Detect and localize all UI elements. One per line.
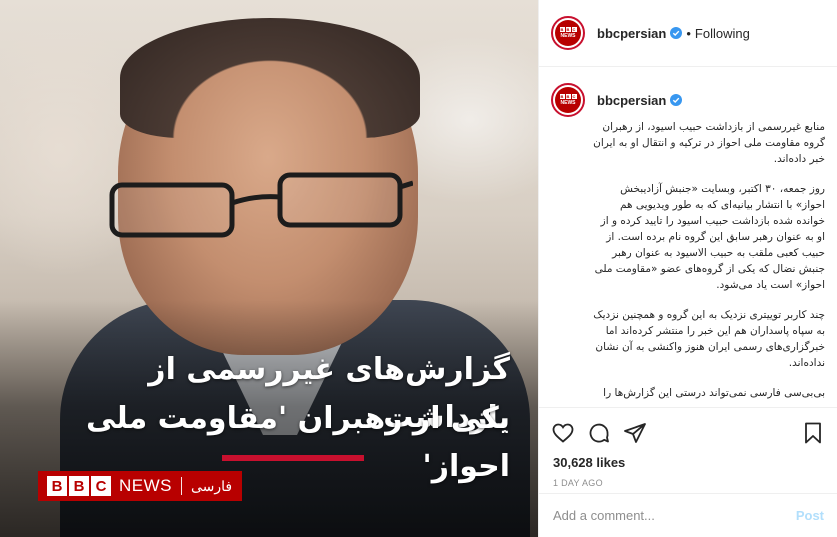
caption-paragraph: منابع غیررسمی از بازداشت حبیب اسیود، از … (593, 121, 825, 165)
bbc-logo: B B C (47, 476, 111, 496)
image-glasses (109, 172, 413, 238)
caption-username-link[interactable]: bbcpersian (597, 93, 666, 108)
image-hair (120, 18, 420, 138)
verified-badge-icon (670, 27, 683, 39)
bbc-letter: C (91, 476, 111, 496)
likes-count[interactable]: 30,628 likes (539, 451, 837, 470)
caption-avatar[interactable]: BBC NEWS (551, 83, 585, 117)
caption-scroll-area[interactable]: BBC NEWS bbcpersian منابع غیررسمی از باز… (539, 67, 837, 407)
post-timestamp[interactable]: 1 DAY AGO (539, 470, 837, 488)
action-bar (539, 407, 837, 451)
post-comment-button[interactable]: Post (796, 508, 824, 523)
share-icon[interactable] (623, 421, 647, 445)
bbc-news-logo-icon: BBC NEWS (555, 20, 581, 46)
heart-icon[interactable] (551, 421, 575, 445)
post-side-panel: BBC NEWS bbcpersian • Following BBC NEWS (538, 0, 837, 537)
bbc-news-persian-badge: B B C NEWS فارسی (38, 471, 243, 501)
comment-input[interactable] (553, 508, 796, 523)
headline-red-bar (222, 455, 364, 461)
bbc-letter: B (47, 476, 67, 496)
avatar[interactable]: BBC NEWS (551, 16, 585, 50)
username-link[interactable]: bbcpersian (597, 26, 666, 41)
badge-separator (181, 477, 182, 495)
header-separator: • (686, 25, 691, 41)
bookmark-icon[interactable] (801, 421, 825, 445)
post-image[interactable]: گزارش‌های غیررسمی از بازداشت یکی از رهبر… (0, 0, 538, 537)
badge-language-label: فارسی (191, 477, 233, 494)
bbc-news-logo-icon: BBC NEWS (555, 87, 581, 113)
caption-paragraph: چند کاربر توییتری نزدیک به این گروه و هم… (593, 309, 825, 369)
caption-paragraph: بی‌بی‌سی فارسی نمی‌تواند درستی این گزارش… (603, 387, 825, 399)
badge-news-label: NEWS (119, 476, 172, 495)
comment-bar: Post (539, 493, 837, 537)
post-header: BBC NEWS bbcpersian • Following (539, 0, 837, 67)
caption-paragraph: روز جمعه، ۳۰ اکتبر، وبسایت «جنبش آزادیبخ… (594, 183, 825, 291)
instagram-post: گزارش‌های غیررسمی از بازداشت یکی از رهبر… (0, 0, 837, 537)
caption-header: BBC NEWS bbcpersian (551, 67, 825, 117)
bbc-letter: B (69, 476, 89, 496)
comment-icon[interactable] (587, 421, 611, 445)
following-button[interactable]: Following (695, 26, 750, 41)
verified-badge-icon (670, 94, 683, 106)
caption-text: منابع غیررسمی از بازداشت حبیب اسیود، از … (591, 119, 825, 401)
